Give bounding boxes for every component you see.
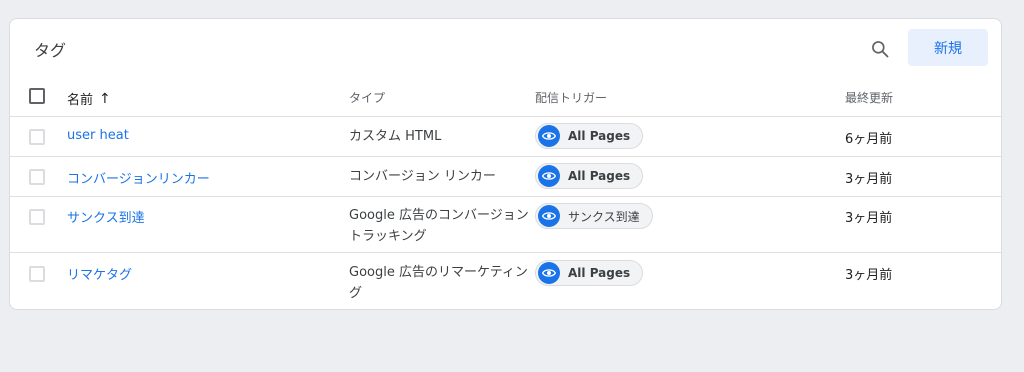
sort-arrow-icon: ↑ xyxy=(99,90,111,107)
tag-type: カスタム HTML xyxy=(349,129,442,144)
trigger-label: All Pages xyxy=(568,266,631,280)
select-all-checkbox[interactable] xyxy=(29,88,45,104)
updated-time: 3ヶ月前 xyxy=(845,268,893,283)
trigger-label: All Pages xyxy=(568,169,631,183)
table-row[interactable]: サンクス到達 Google 広告のコンバージョン トラッキング サンクス到達 3… xyxy=(10,197,1001,253)
tag-name-link[interactable]: user heat xyxy=(67,128,129,143)
eye-icon xyxy=(538,125,560,147)
tag-name-link[interactable]: リマケタグ xyxy=(67,264,132,283)
trigger-chip[interactable]: サンクス到達 xyxy=(535,203,653,229)
trigger-chip[interactable]: All Pages xyxy=(535,163,644,189)
tag-type: コンバージョン リンカー xyxy=(349,169,496,184)
column-name-label: 名前 xyxy=(67,93,94,108)
tag-type: Google 広告のコンバージョン トラッキング xyxy=(349,208,529,244)
updated-time: 3ヶ月前 xyxy=(845,211,893,226)
column-header-trigger[interactable]: 配信トリガー xyxy=(535,89,607,106)
table-row[interactable]: リマケタグ Google 広告のリマーケティング All Pages 3ヶ月前 xyxy=(10,253,1001,309)
new-button[interactable]: 新規 xyxy=(908,29,988,66)
eye-icon xyxy=(538,205,560,227)
card-title: タグ xyxy=(34,41,67,60)
column-header-name[interactable]: 名前 ↑ xyxy=(67,89,111,109)
trigger-label: サンクス到達 xyxy=(568,209,640,224)
trigger-label: All Pages xyxy=(568,129,631,143)
table-row[interactable]: コンバージョンリンカー コンバージョン リンカー All Pages 3ヶ月前 xyxy=(10,157,1001,197)
column-header-type[interactable]: タイプ xyxy=(349,89,385,106)
updated-time: 6ヶ月前 xyxy=(845,132,893,147)
column-header-updated[interactable]: 最終更新 xyxy=(845,89,893,106)
row-checkbox[interactable] xyxy=(29,129,45,145)
tag-name-link[interactable]: サンクス到達 xyxy=(67,207,145,226)
search-button[interactable] xyxy=(868,37,892,61)
row-checkbox[interactable] xyxy=(29,209,45,225)
eye-icon xyxy=(538,165,560,187)
trigger-chip[interactable]: All Pages xyxy=(535,260,644,286)
tag-name-link[interactable]: コンバージョンリンカー xyxy=(67,168,210,187)
updated-time: 3ヶ月前 xyxy=(845,172,893,187)
eye-icon xyxy=(538,262,560,284)
trigger-chip[interactable]: All Pages xyxy=(535,123,644,149)
row-checkbox[interactable] xyxy=(29,266,45,282)
tags-card: タグ 新規 名前 ↑ タイプ 配信トリガー 最終更新 user heat カスタ… xyxy=(9,18,1002,310)
tag-type: Google 広告のリマーケティング xyxy=(349,265,528,301)
row-checkbox[interactable] xyxy=(29,169,45,185)
table-header: 名前 ↑ タイプ 配信トリガー 最終更新 xyxy=(10,77,1001,117)
search-icon xyxy=(872,41,889,58)
table-row[interactable]: user heat カスタム HTML All Pages 6ヶ月前 xyxy=(10,117,1001,157)
